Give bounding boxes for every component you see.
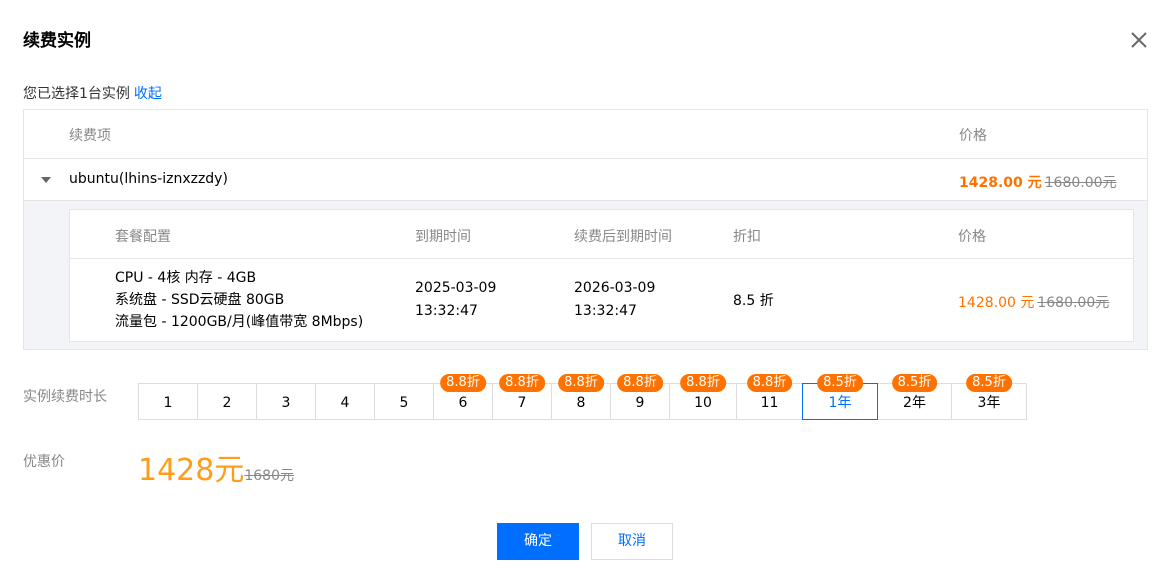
duration-option-1-year[interactable]: 8.5折 1年 xyxy=(802,374,878,420)
instance-detail-area: 套餐配置 到期时间 续费后到期时间 折扣 价格 CPU - 4核 内存 - 4G… xyxy=(24,201,1147,349)
cancel-button[interactable]: 取消 xyxy=(591,523,673,560)
renew-expire-cell: 2026-03-09 13:32:47 xyxy=(574,277,655,323)
duration-selector: 1 2 3 4 5 8.8折 6 8.8折 7 8.8折 8 8.8折 9 8.8折 10… xyxy=(138,374,1027,420)
detail-price-cell: 1428.00 元 1680.00元 xyxy=(958,292,1109,312)
instance-price-now: 1428.00 元 xyxy=(959,175,1042,191)
duration-option-label: 11 xyxy=(760,395,779,411)
duration-option-3[interactable]: 3 xyxy=(256,383,316,420)
expire-time: 13:32:47 xyxy=(415,303,478,319)
duration-option-label: 3年 xyxy=(977,395,1001,411)
detail-price-old: 1680.00元 xyxy=(1037,295,1110,311)
config-line: CPU - 4核 内存 - 4GB xyxy=(115,270,257,286)
duration-option-label: 2 xyxy=(222,395,232,411)
duration-option-label: 10 xyxy=(694,395,712,411)
duration-option-label: 9 xyxy=(635,395,645,411)
duration-option-2[interactable]: 2 xyxy=(197,383,257,420)
promo-label: 优惠价 xyxy=(23,454,65,470)
duration-option-3-years[interactable]: 8.5折 3年 xyxy=(951,374,1027,420)
caret-down-icon[interactable] xyxy=(41,177,51,183)
collapse-link[interactable]: 收起 xyxy=(134,86,162,102)
duration-option-6[interactable]: 8.8折 6 xyxy=(433,374,493,420)
discount-badge: 8.5折 xyxy=(817,374,863,392)
discount-badge: 8.8折 xyxy=(558,374,604,392)
promo-price-old: 1680元 xyxy=(244,468,294,484)
detail-table: 套餐配置 到期时间 续费后到期时间 折扣 价格 CPU - 4核 内存 - 4G… xyxy=(69,209,1134,342)
instance-row[interactable]: ubuntu(lhins-iznxzzdy) 1428.00 元 1680.00元 xyxy=(24,159,1147,201)
duration-option-label: 4 xyxy=(340,395,350,411)
discount-badge: 8.8折 xyxy=(617,374,663,392)
instance-price: 1428.00 元 1680.00元 xyxy=(959,172,1117,192)
instance-name: ubuntu(lhins-iznxzzdy) xyxy=(69,171,228,187)
duration-option-label: 8 xyxy=(576,395,586,411)
close-icon[interactable] xyxy=(1129,30,1149,50)
config-line: 流量包 - 1200GB/月(峰值带宽 8Mbps) xyxy=(115,314,364,330)
header-detail-price: 价格 xyxy=(958,229,986,245)
duration-option-label: 7 xyxy=(517,395,527,411)
header-renew-expire: 续费后到期时间 xyxy=(574,229,672,245)
selection-summary: 您已选择1台实例 收起 xyxy=(23,83,162,103)
duration-option-label: 2年 xyxy=(903,395,926,411)
discount-cell: 8.5 折 xyxy=(733,293,774,309)
discount-badge: 8.5折 xyxy=(966,374,1012,392)
config-cell: CPU - 4核 内存 - 4GB 系统盘 - SSD云硬盘 80GB 流量包 … xyxy=(115,267,363,333)
header-expire: 到期时间 xyxy=(415,229,471,245)
discount-badge: 8.8折 xyxy=(499,374,545,392)
header-price: 价格 xyxy=(959,128,987,144)
renew-expire-time: 13:32:47 xyxy=(574,303,637,319)
duration-option-5[interactable]: 5 xyxy=(374,383,434,420)
dialog-title: 续费实例 xyxy=(23,31,91,51)
promo-price-now: 1428元 xyxy=(138,453,245,488)
config-line: 系统盘 - SSD云硬盘 80GB xyxy=(115,292,285,308)
discount-badge: 8.8折 xyxy=(680,374,726,392)
duration-option-11[interactable]: 8.8折 11 xyxy=(736,374,803,420)
duration-option-8[interactable]: 8.8折 8 xyxy=(551,374,611,420)
header-config: 套餐配置 xyxy=(115,229,171,245)
duration-option-label: 1年 xyxy=(828,395,852,411)
selection-text: 您已选择1台实例 xyxy=(23,86,130,102)
instance-price-old: 1680.00元 xyxy=(1044,175,1117,191)
duration-option-label: 6 xyxy=(458,395,468,411)
table-header: 续费项 价格 xyxy=(24,110,1147,159)
duration-option-label: 5 xyxy=(399,395,409,411)
expire-cell: 2025-03-09 13:32:47 xyxy=(415,277,496,323)
confirm-button[interactable]: 确定 xyxy=(497,523,579,560)
duration-option-9[interactable]: 8.8折 9 xyxy=(610,374,670,420)
detail-row: CPU - 4核 内存 - 4GB 系统盘 - SSD云硬盘 80GB 流量包 … xyxy=(70,259,1133,342)
duration-option-1[interactable]: 1 xyxy=(138,383,198,420)
expire-date: 2025-03-09 xyxy=(415,280,497,296)
duration-option-label: 3 xyxy=(281,395,291,411)
detail-header: 套餐配置 到期时间 续费后到期时间 折扣 价格 xyxy=(70,210,1133,259)
detail-price-now: 1428.00 元 xyxy=(958,295,1035,311)
duration-option-4[interactable]: 4 xyxy=(315,383,375,420)
discount-badge: 8.8折 xyxy=(440,374,486,392)
duration-option-label: 1 xyxy=(163,395,173,411)
renewal-table: 续费项 价格 ubuntu(lhins-iznxzzdy) 1428.00 元1… xyxy=(23,109,1148,350)
header-renewal-item: 续费项 xyxy=(69,128,111,144)
discount-badge: 8.5折 xyxy=(891,374,938,392)
duration-option-2-years[interactable]: 8.5折 2年 xyxy=(877,374,952,420)
promo-price: 1428元1680元 xyxy=(138,445,294,489)
discount-badge: 8.8折 xyxy=(746,374,793,392)
duration-option-7[interactable]: 8.8折 7 xyxy=(492,374,552,420)
renew-expire-date: 2026-03-09 xyxy=(574,280,656,296)
duration-label: 实例续费时长 xyxy=(23,389,107,405)
header-discount: 折扣 xyxy=(733,229,761,245)
duration-option-10[interactable]: 8.8折 10 xyxy=(669,374,737,420)
